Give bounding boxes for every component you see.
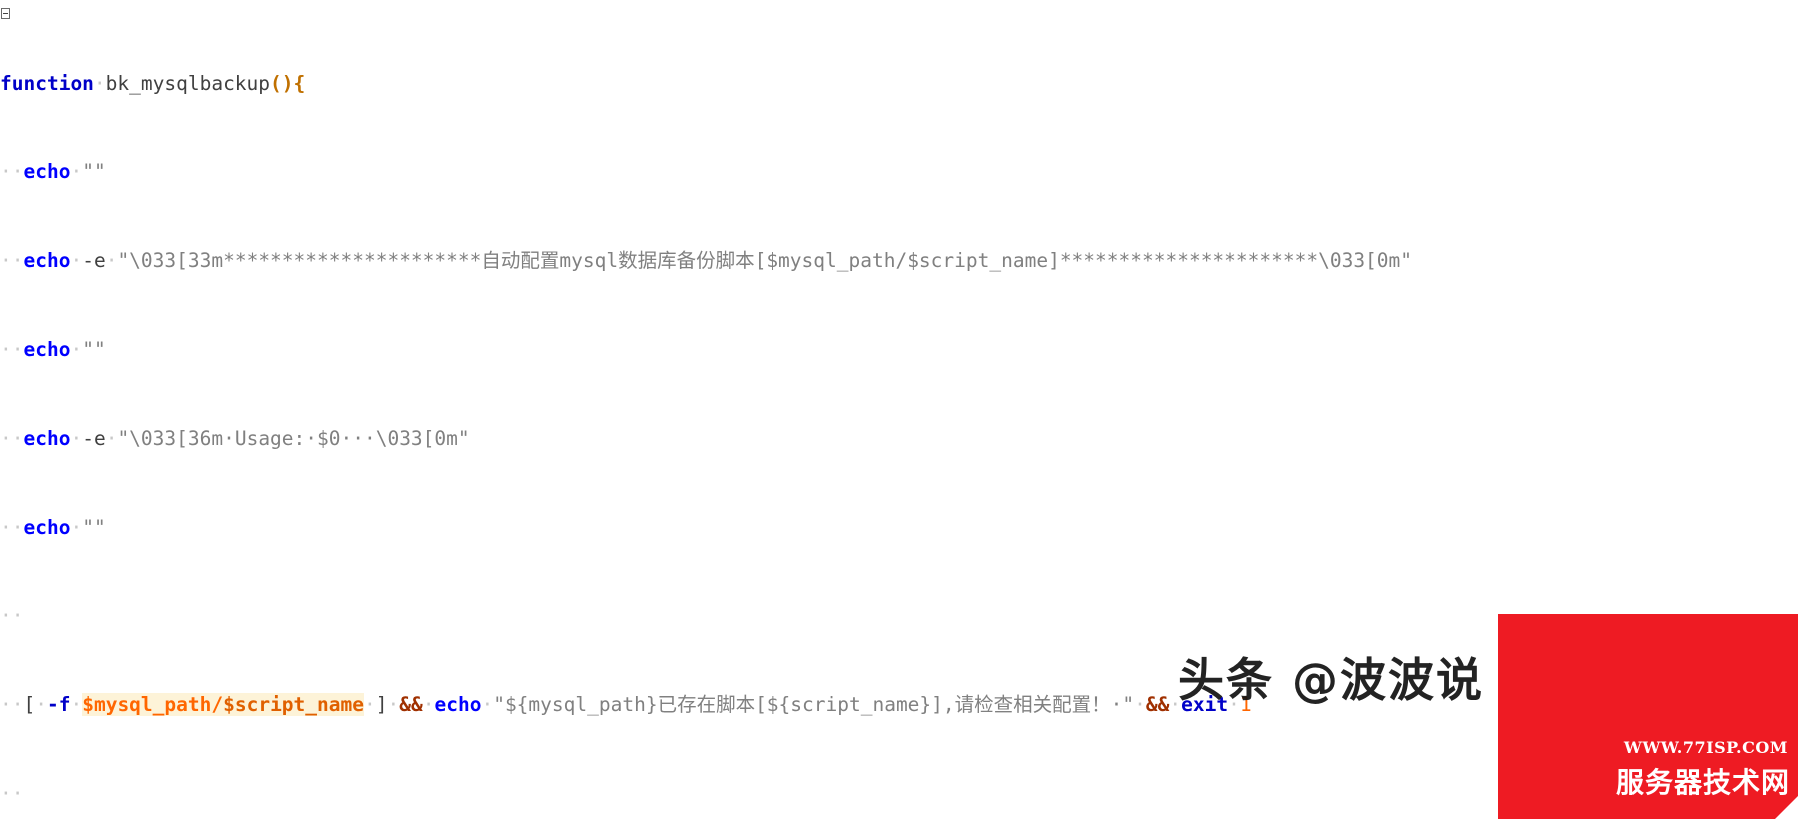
watermark-url: WWW.77ISP.COM xyxy=(1623,738,1788,757)
token-keyword-function: function xyxy=(0,71,94,95)
code-editor-canvas[interactable]: function·bk_mysqlbackup(){ ··echo·"" ··e… xyxy=(0,0,1798,819)
token-var-mysql-path: $mysql_path xyxy=(82,693,212,717)
token-command-echo: echo xyxy=(23,249,71,273)
code-line-3: ··echo·-e·"\033[33m*********************… xyxy=(0,249,1413,273)
code-line-2: ··echo·"" xyxy=(0,160,106,184)
code-line-5: ··echo·-e·"\033[36m·Usage:·$0···\033[0m" xyxy=(0,426,470,450)
code-line-9-blank: ·· xyxy=(0,781,24,805)
watermark-site-name: 服务器技术网 xyxy=(1615,766,1790,799)
token-command-echo: echo xyxy=(23,515,71,539)
code-line-4: ··echo·"" xyxy=(0,338,106,361)
token-command-echo: echo xyxy=(23,160,71,184)
token-command-echo: echo xyxy=(23,426,71,450)
code-line-7-blank: ·· xyxy=(0,604,24,628)
token-var-script-name: $script_name xyxy=(223,693,364,717)
token-command-echo: echo xyxy=(23,338,71,361)
watermark-toutiao: 头条 @波波说 xyxy=(1178,653,1485,707)
code-line-1: function·bk_mysqlbackup(){ xyxy=(0,71,306,95)
code-line-6: ··echo·"" xyxy=(0,515,106,539)
